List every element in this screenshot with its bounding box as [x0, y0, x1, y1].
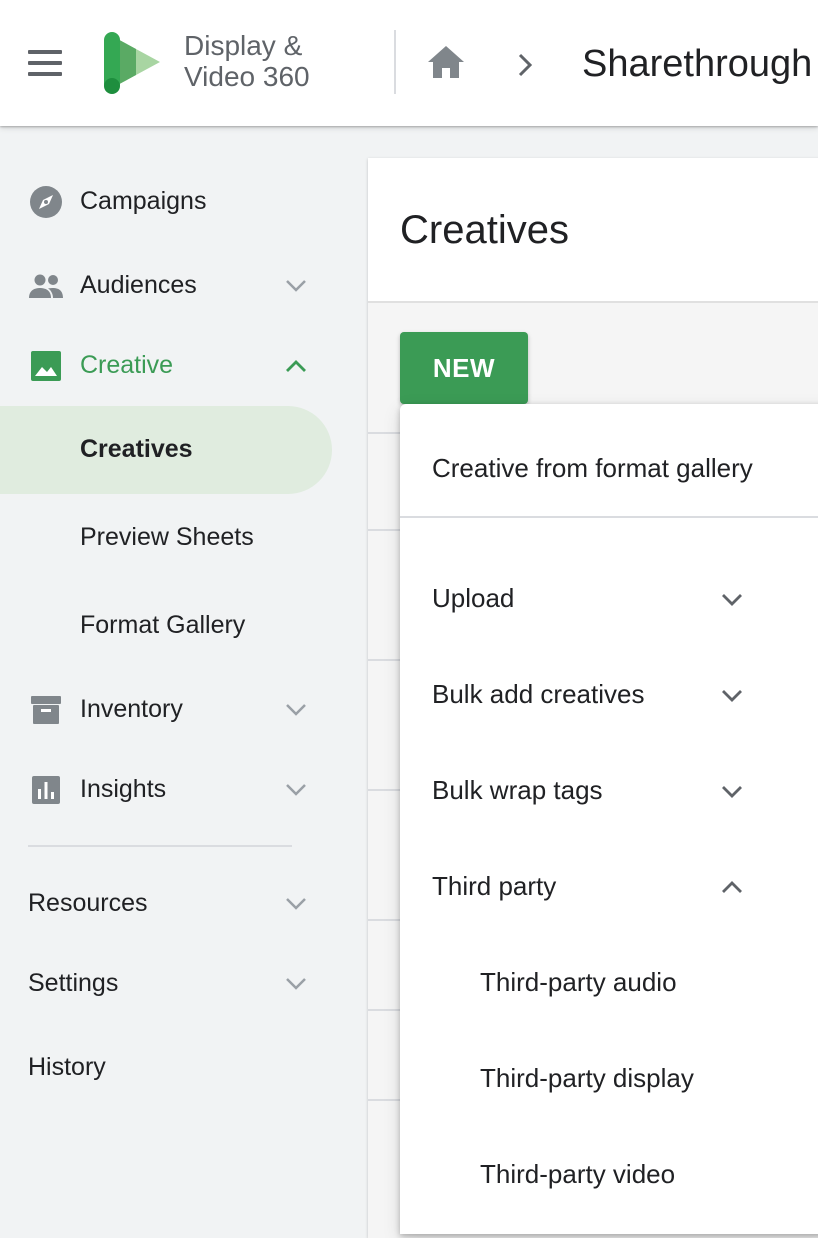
breadcrumb-chevron-icon — [518, 53, 533, 77]
account-breadcrumb[interactable]: Sharethrough — [582, 40, 812, 88]
new-creative-menu: Creative from format gallery Upload Bulk… — [400, 404, 818, 1234]
sidebar-item-settings[interactable]: Settings — [0, 944, 340, 1024]
chevron-down-icon[interactable] — [718, 591, 746, 609]
sidebar-item-label: Resources — [28, 889, 148, 917]
sidebar-subitem-preview-sheets[interactable]: Preview Sheets — [80, 522, 254, 552]
sidebar-item-inventory[interactable]: Inventory — [0, 670, 340, 750]
sidebar-item-label: Settings — [28, 969, 119, 997]
sidebar-item-campaigns[interactable]: Campaigns — [0, 162, 340, 242]
compass-icon — [30, 186, 62, 218]
chevron-down-icon[interactable] — [282, 277, 310, 295]
menu-item-upload[interactable]: Upload — [432, 582, 514, 614]
sidebar-subitem-label: Creatives — [80, 435, 193, 463]
bar-chart-icon — [32, 776, 60, 804]
sidebar-item-label: History — [28, 1053, 106, 1081]
dv360-logo-icon[interactable] — [100, 28, 166, 96]
chevron-down-icon[interactable] — [282, 895, 310, 913]
chevron-down-icon[interactable] — [282, 781, 310, 799]
top-app-bar: Display & Video 360 Sharethrough — [0, 0, 818, 126]
menu-item-third-party-display[interactable]: Third-party display — [480, 1062, 694, 1094]
chevron-down-icon[interactable] — [718, 687, 746, 705]
menu-item-bulk-add-creatives[interactable]: Bulk add creatives — [432, 678, 644, 710]
sidebar-item-resources[interactable]: Resources — [0, 864, 340, 944]
menu-item-third-party-video[interactable]: Third-party video — [480, 1158, 675, 1190]
header-divider — [394, 30, 396, 94]
chevron-down-icon[interactable] — [282, 701, 310, 719]
menu-item-format-gallery[interactable]: Creative from format gallery — [432, 452, 753, 484]
chevron-down-icon[interactable] — [718, 783, 746, 801]
sidebar-item-creative[interactable]: Creative — [0, 326, 340, 406]
sidebar-item-label: Insights — [80, 775, 167, 803]
people-icon — [29, 274, 63, 298]
image-icon — [31, 351, 61, 381]
sidebar-item-label: Campaigns — [80, 187, 207, 215]
chevron-down-icon[interactable] — [282, 975, 310, 993]
sidebar-item-label: Creative — [80, 351, 174, 379]
sidebar-item-history[interactable]: History — [0, 1028, 340, 1108]
menu-item-third-party[interactable]: Third party — [432, 870, 556, 902]
new-button[interactable]: NEW — [400, 332, 528, 404]
product-name-line2: Video 360 — [184, 61, 310, 92]
sidebar-item-label: Audiences — [80, 271, 197, 299]
sidebar-item-insights[interactable]: Insights — [0, 750, 340, 830]
sidebar-nav: Campaigns Audiences Creative Creatives P… — [0, 126, 360, 1230]
home-icon[interactable] — [424, 42, 468, 82]
page-title: Creatives — [400, 208, 569, 252]
chevron-up-icon[interactable] — [718, 878, 746, 896]
product-name-line1: Display & — [184, 30, 303, 61]
sidebar-subitem-creatives[interactable]: Creatives — [0, 406, 332, 494]
sidebar-subitem-format-gallery[interactable]: Format Gallery — [80, 610, 245, 640]
menu-item-third-party-audio[interactable]: Third-party audio — [480, 966, 677, 998]
archive-icon — [31, 696, 61, 724]
chevron-up-icon[interactable] — [282, 357, 310, 375]
menu-item-bulk-wrap-tags[interactable]: Bulk wrap tags — [432, 774, 603, 806]
product-name: Display & Video 360 — [184, 30, 310, 92]
sidebar-divider — [28, 845, 292, 847]
sidebar-item-audiences[interactable]: Audiences — [0, 246, 340, 326]
sidebar-item-label: Inventory — [80, 695, 183, 723]
menu-divider — [400, 516, 818, 518]
hamburger-menu-icon[interactable] — [26, 48, 64, 78]
